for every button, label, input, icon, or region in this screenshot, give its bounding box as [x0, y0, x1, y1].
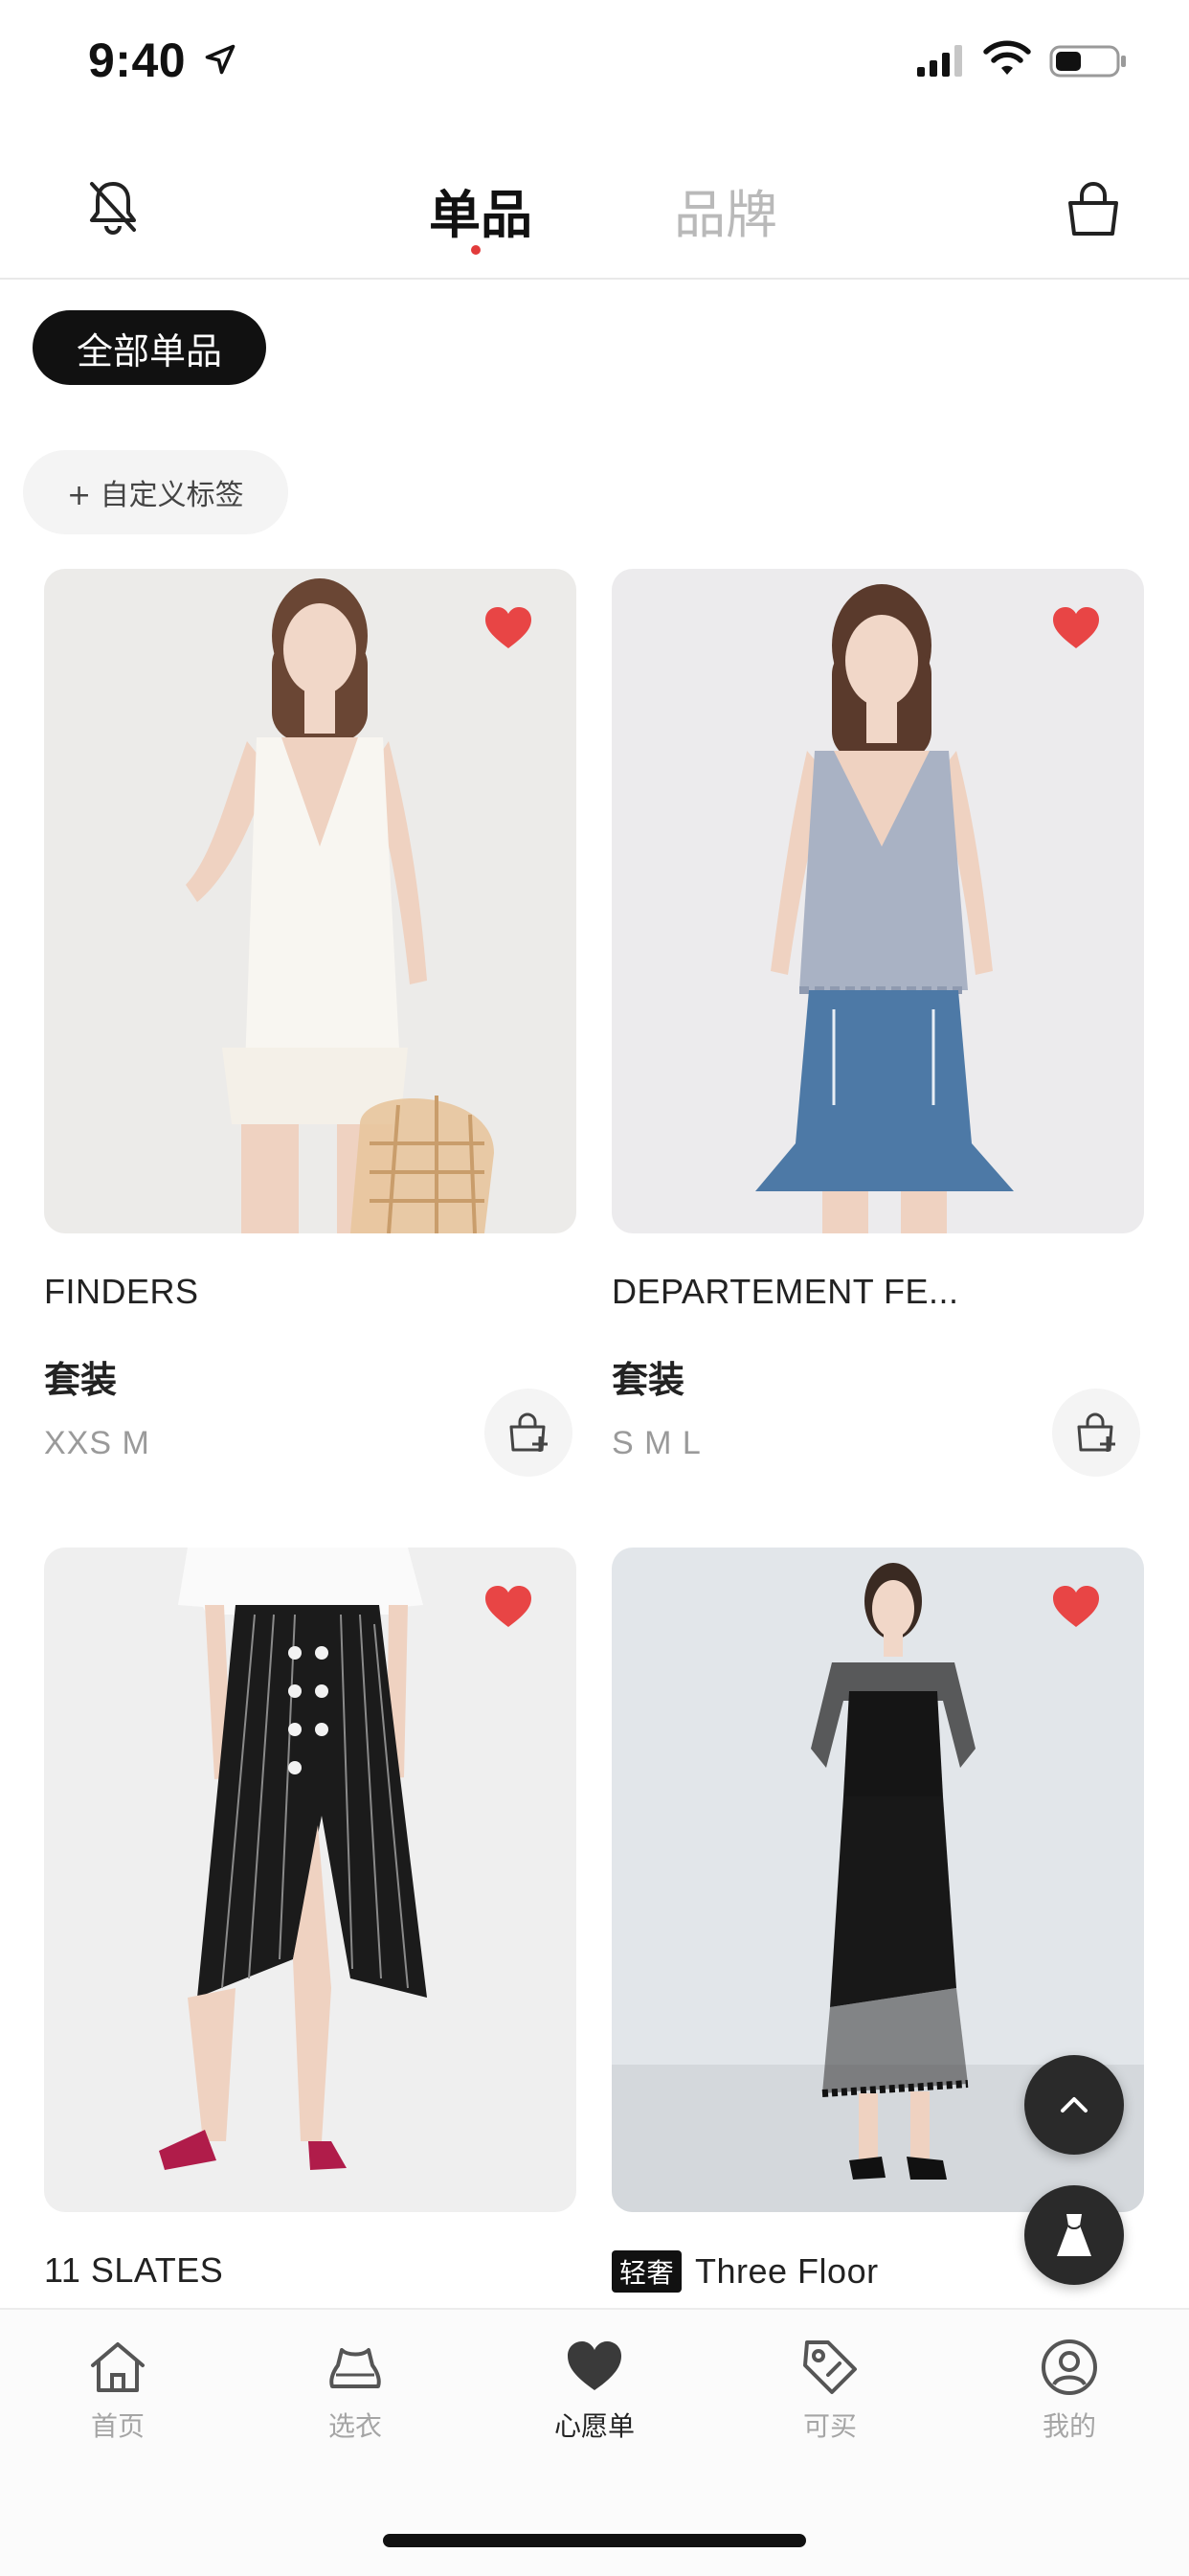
product-image[interactable]: [44, 569, 576, 1233]
product-brand: FINDERS: [44, 1272, 199, 1311]
product-photo-white-set: [44, 569, 576, 1233]
tab-single-items[interactable]: 单品: [429, 172, 532, 248]
add-to-bag-button[interactable]: [1052, 1389, 1140, 1477]
battery-icon: [1049, 45, 1126, 78]
add-to-bag-icon: [1077, 1412, 1115, 1452]
favorite-heart-icon[interactable]: [483, 1585, 533, 1629]
tab-label: 选衣: [327, 2410, 382, 2442]
tab-wishlist[interactable]: 心愿单: [518, 2337, 671, 2444]
product-photo-striped-skirt: [44, 1548, 576, 2212]
product-sizes: S M L: [612, 1425, 702, 1461]
add-custom-tag-button[interactable]: + 自定义标签: [23, 450, 288, 534]
favorite-heart-icon[interactable]: [1051, 606, 1101, 650]
luxury-tag-badge: 轻奢: [612, 2250, 683, 2293]
home-icon: [91, 2342, 145, 2392]
product-category: 套装: [612, 1359, 685, 1401]
filter-chip-label: 全部单品: [77, 329, 223, 373]
nav-divider: [0, 278, 1189, 280]
dress-icon: [1057, 2214, 1091, 2256]
custom-tag-label: + 自定义标签: [67, 479, 244, 512]
favorite-heart-icon[interactable]: [1051, 1585, 1101, 1629]
tab-label: 我的: [1042, 2410, 1096, 2442]
product-brand: 11 SLATES: [44, 2250, 224, 2290]
add-to-bag-button[interactable]: [484, 1389, 572, 1477]
product-title-row: 轻奢 Three Floor: [612, 2250, 879, 2293]
product-sizes: XXS M: [44, 1425, 150, 1461]
product-brand: DEPARTEMENT FE...: [612, 1272, 959, 1311]
tab-buyable[interactable]: 可买: [753, 2337, 907, 2444]
shopping-bag-icon[interactable]: [1063, 178, 1124, 239]
wifi-icon: [983, 40, 1031, 75]
user-icon: [1042, 2339, 1097, 2395]
tab-brands[interactable]: 品牌: [674, 172, 777, 248]
heart-icon: [568, 2341, 621, 2390]
location-arrow-icon: [205, 44, 236, 75]
scroll-to-top-button[interactable]: [1024, 2055, 1124, 2155]
product-image[interactable]: [612, 569, 1144, 1233]
tab-label: 首页: [90, 2410, 145, 2442]
status-time: 9:40: [88, 34, 187, 87]
tab-label: 心愿单: [553, 2410, 635, 2442]
product-image[interactable]: [44, 1548, 576, 2212]
wardrobe-button[interactable]: [1024, 2185, 1124, 2285]
tab-choose-clothes[interactable]: 选衣: [279, 2337, 432, 2444]
active-tab-indicator: [471, 245, 481, 255]
product-brand: Three Floor: [695, 2251, 879, 2291]
chevron-up-icon: [1061, 2097, 1088, 2113]
favorite-heart-icon[interactable]: [483, 606, 533, 650]
add-to-bag-icon: [509, 1412, 548, 1452]
cellular-signal-icon: [917, 45, 962, 77]
product-photo-lace-top: [612, 569, 1144, 1233]
product-category: 套装: [44, 1359, 118, 1401]
filter-chip-all-items[interactable]: 全部单品: [33, 310, 267, 385]
tag-icon: [803, 2340, 857, 2394]
home-indicator[interactable]: [383, 2534, 806, 2547]
notifications-off-icon[interactable]: [82, 176, 144, 237]
dress-icon: [329, 2348, 381, 2388]
tab-home[interactable]: 首页: [41, 2337, 194, 2444]
tab-label: 可买: [802, 2410, 857, 2442]
tab-profile[interactable]: 我的: [993, 2337, 1146, 2444]
